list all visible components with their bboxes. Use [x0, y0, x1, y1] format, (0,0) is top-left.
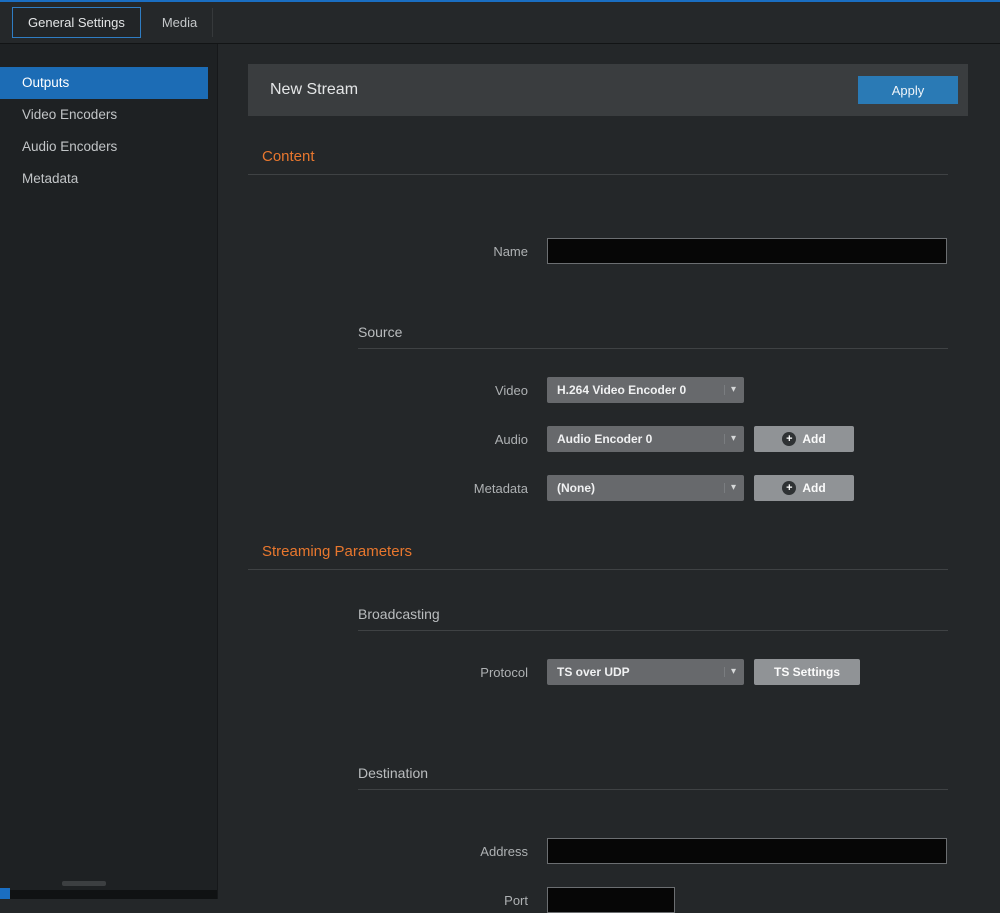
source-subheading: Source: [358, 324, 948, 349]
name-row: Name: [248, 238, 968, 264]
protocol-selected: TS over UDP: [557, 665, 724, 679]
port-row: Port: [248, 887, 968, 913]
chevron-down-icon: ▾: [724, 667, 736, 677]
chevron-down-icon: ▾: [724, 434, 736, 444]
metadata-row: Metadata (None) ▾ + Add: [248, 475, 968, 501]
name-label: Name: [248, 244, 528, 259]
audio-encoder-selected: Audio Encoder 0: [557, 432, 724, 446]
corner-accent: [0, 888, 10, 899]
apply-button[interactable]: Apply: [858, 76, 958, 104]
top-tab-bar: General Settings Media: [0, 2, 1000, 44]
add-metadata-label: Add: [802, 481, 825, 495]
sidebar-item-metadata[interactable]: Metadata: [0, 163, 208, 195]
add-metadata-button[interactable]: + Add: [754, 475, 854, 501]
audio-row: Audio Audio Encoder 0 ▾ + Add: [248, 426, 968, 452]
section-streaming-heading: Streaming Parameters: [248, 543, 948, 570]
audio-encoder-dropdown[interactable]: Audio Encoder 0 ▾: [547, 426, 744, 452]
sidebar-horizontal-scrollbar[interactable]: [0, 881, 217, 887]
ts-settings-button[interactable]: TS Settings: [754, 659, 860, 685]
metadata-dropdown[interactable]: (None) ▾: [547, 475, 744, 501]
protocol-row: Protocol TS over UDP ▾ TS Settings: [248, 659, 968, 685]
video-row: Video H.264 Video Encoder 0 ▾: [248, 377, 968, 403]
plus-icon: +: [782, 432, 796, 446]
metadata-label: Metadata: [248, 481, 528, 496]
video-encoder-dropdown[interactable]: H.264 Video Encoder 0 ▾: [547, 377, 744, 403]
audio-label: Audio: [248, 432, 528, 447]
sidebar: Outputs Video Encoders Audio Encoders Me…: [0, 44, 218, 899]
address-row: Address: [248, 838, 968, 864]
add-audio-button[interactable]: + Add: [754, 426, 854, 452]
address-label: Address: [248, 844, 528, 859]
tab-general-settings[interactable]: General Settings: [12, 7, 141, 38]
video-encoder-selected: H.264 Video Encoder 0: [557, 383, 724, 397]
port-input[interactable]: [547, 887, 675, 913]
chevron-down-icon: ▾: [724, 385, 736, 395]
new-stream-header: New Stream Apply: [248, 64, 968, 116]
add-audio-label: Add: [802, 432, 825, 446]
sidebar-bottom-strip: [0, 890, 217, 899]
section-content-heading: Content: [248, 148, 948, 175]
sidebar-item-outputs[interactable]: Outputs: [0, 67, 208, 99]
video-label: Video: [248, 383, 528, 398]
name-input[interactable]: [547, 238, 947, 264]
tab-media[interactable]: Media: [147, 8, 213, 37]
metadata-selected: (None): [557, 481, 724, 495]
main-content: New Stream Apply Content Name Source Vid…: [218, 44, 1000, 899]
destination-subheading: Destination: [358, 765, 948, 790]
scrollbar-thumb[interactable]: [62, 881, 106, 886]
protocol-dropdown[interactable]: TS over UDP ▾: [547, 659, 744, 685]
broadcasting-subheading: Broadcasting: [358, 606, 948, 631]
chevron-down-icon: ▾: [724, 483, 736, 493]
plus-icon: +: [782, 481, 796, 495]
protocol-label: Protocol: [248, 665, 528, 680]
page-title: New Stream: [270, 81, 858, 99]
sidebar-item-audio-encoders[interactable]: Audio Encoders: [0, 131, 208, 163]
address-input[interactable]: [547, 838, 947, 864]
sidebar-item-video-encoders[interactable]: Video Encoders: [0, 99, 208, 131]
port-label: Port: [248, 893, 528, 908]
